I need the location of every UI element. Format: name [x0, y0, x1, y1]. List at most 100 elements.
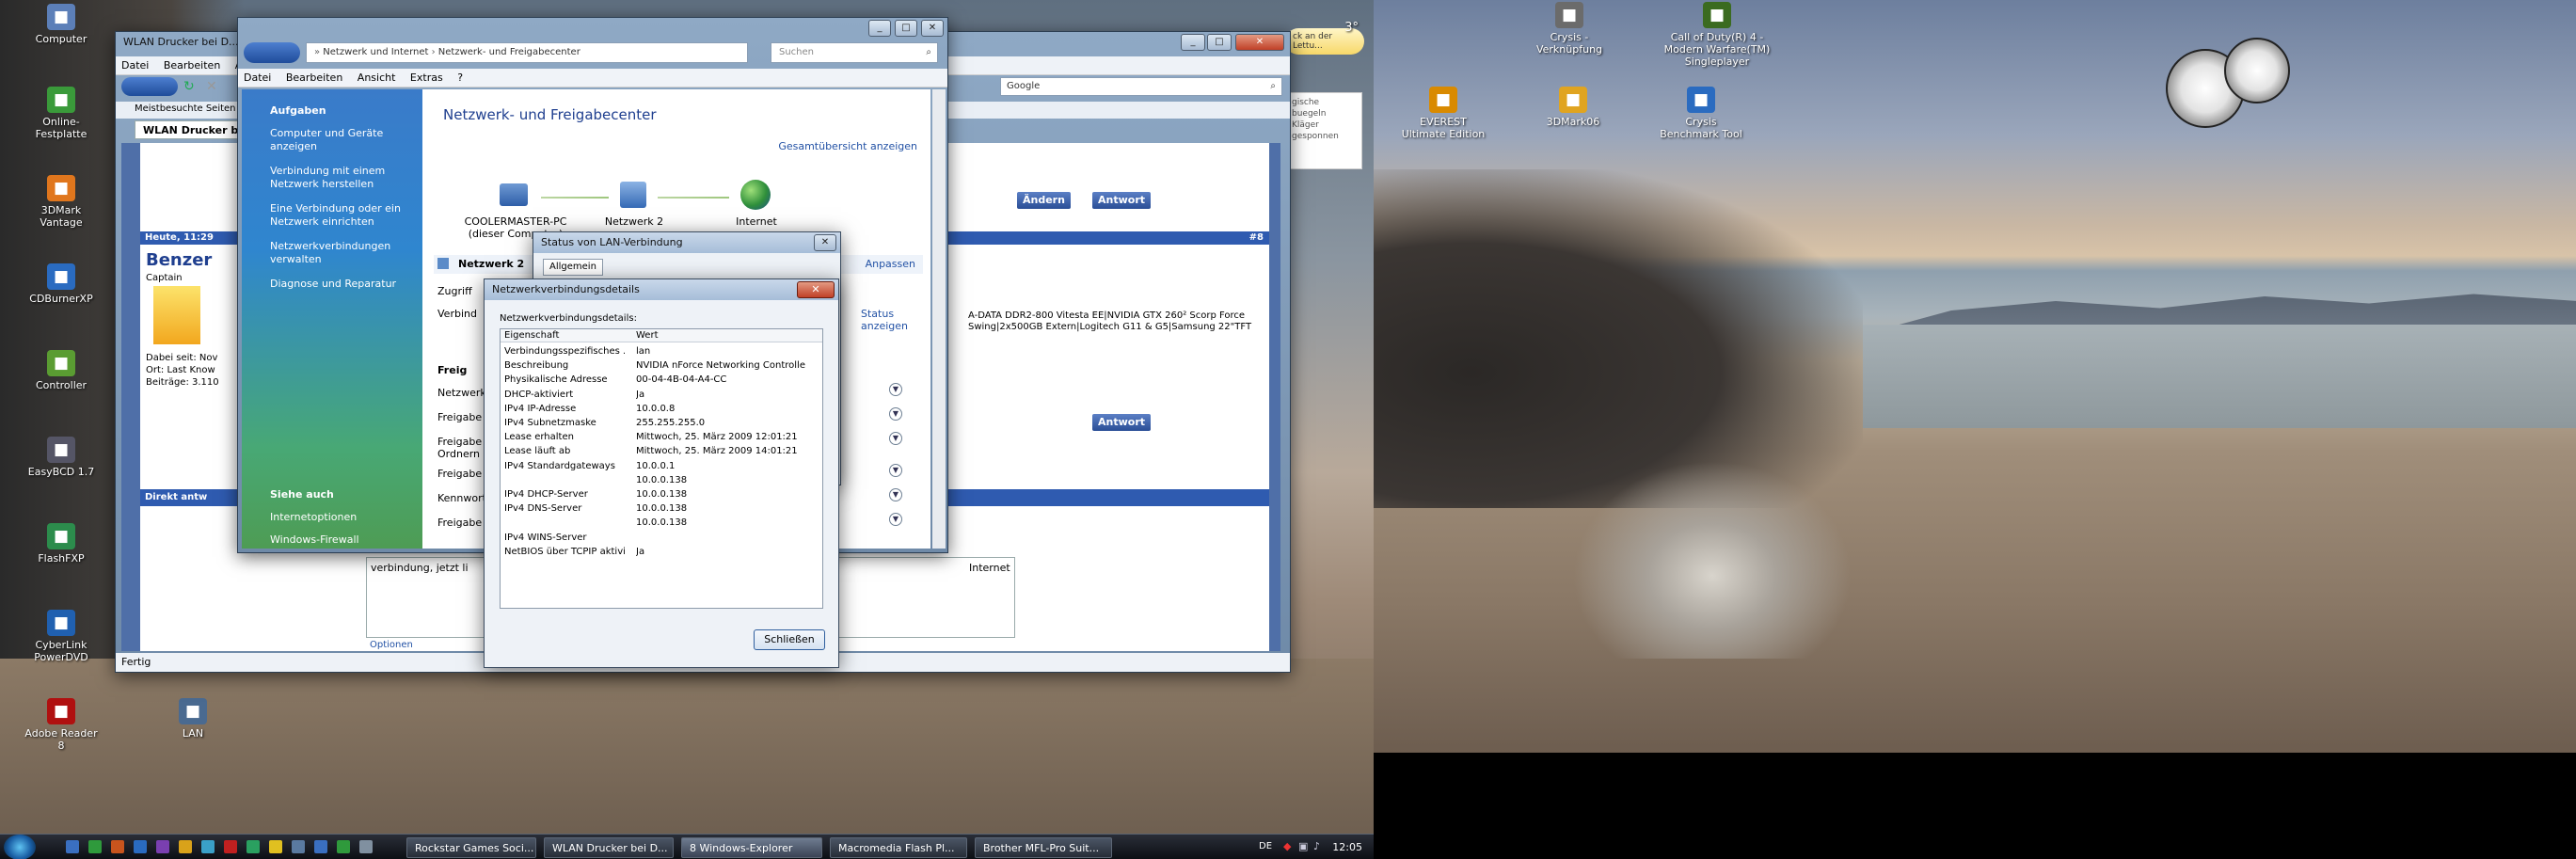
desktop-icon[interactable]: ■ Call of Duty(R) 4 - Modern Warfare(TM) …	[1656, 2, 1778, 68]
table-row[interactable]: IPv4 Subnetzmaske 255.255.255.0	[504, 418, 820, 431]
desktop-icon[interactable]: ■ 3DMark Vantage	[21, 175, 102, 229]
quicklaunch-icon[interactable]	[359, 840, 373, 853]
table-row[interactable]: IPv4 WINS-Server	[504, 533, 820, 546]
desktop-icon[interactable]: ■ CyberLink PowerDVD	[21, 610, 102, 663]
post-number[interactable]: #8	[1249, 232, 1264, 243]
desktop-icon[interactable]: ■ Crysis Benchmark Tool	[1656, 87, 1746, 140]
expand-chevron-icon[interactable]: ▼	[889, 432, 902, 445]
table-row[interactable]: 10.0.0.138	[504, 517, 820, 531]
menu-extras[interactable]: Extras	[405, 69, 449, 87]
tray-network-icon[interactable]: ▣	[1298, 840, 1308, 852]
table-row[interactable]: Lease erhalten Mittwoch, 25. März 2009 12…	[504, 432, 820, 445]
options-link[interactable]: Optionen	[370, 640, 413, 650]
quicklaunch-icon[interactable]	[314, 840, 327, 853]
menu-help[interactable]: ?	[452, 69, 469, 87]
explorer-close-button[interactable]: ✕	[921, 20, 944, 37]
table-row[interactable]: Lease läuft ab Mittwoch, 25. März 2009 14…	[504, 446, 820, 459]
maximize-button[interactable]: □	[1207, 34, 1232, 51]
search-icon[interactable]: ⌕	[1270, 81, 1276, 91]
full-map-link[interactable]: Gesamtübersicht anzeigen	[778, 140, 917, 152]
desktop-icon[interactable]: ■ EVEREST Ultimate Edition	[1398, 87, 1488, 140]
back-forward-buttons[interactable]	[121, 77, 178, 96]
explorer-scrollbar[interactable]	[932, 89, 946, 549]
table-row[interactable]: 10.0.0.138	[504, 475, 820, 488]
desktop-icon[interactable]: ■ EasyBCD 1.7	[21, 437, 102, 478]
explorer-back-forward[interactable]	[244, 42, 300, 63]
explorer-maximize-button[interactable]: □	[895, 20, 917, 37]
quicklaunch-icon[interactable]	[269, 840, 282, 853]
table-row[interactable]: Beschreibung NVIDIA nForce Networking Con…	[504, 360, 820, 374]
table-row[interactable]: IPv4 IP-Adresse 10.0.0.8	[504, 404, 820, 417]
quicklaunch-icon[interactable]	[66, 840, 79, 853]
table-row[interactable]: IPv4 DNS-Server 10.0.0.138	[504, 503, 820, 517]
table-row[interactable]: IPv4 DHCP-Server 10.0.0.138	[504, 489, 820, 502]
expand-chevron-icon[interactable]: ▼	[889, 407, 902, 421]
task-diagnose[interactable]: Diagnose und Reparatur	[270, 278, 421, 291]
edit-button[interactable]: Ändern	[1017, 192, 1071, 209]
desktop-icon[interactable]: ■ Controller	[21, 350, 102, 391]
quicklaunch-icon[interactable]	[224, 840, 237, 853]
quicklaunch-icon[interactable]	[179, 840, 192, 853]
quicklaunch-icon[interactable]	[292, 840, 305, 853]
tray-alert-icon[interactable]: ◆	[1283, 840, 1291, 852]
close-button[interactable]: ✕	[1235, 34, 1284, 51]
task-manage-connections[interactable]: Netzwerkverbindungen verwalten	[270, 240, 421, 266]
details-dialog[interactable]: Netzwerkverbindungsdetails ✕ Netzwerkver…	[484, 278, 839, 668]
task-flash[interactable]: Macromedia Flash Pl...	[830, 837, 967, 858]
desktop-icon[interactable]: ■ FlashFXP	[21, 523, 102, 565]
table-row[interactable]: DHCP-aktiviert Ja	[504, 390, 820, 403]
reply-button-2[interactable]: Antwort	[1092, 414, 1152, 431]
details-dialog-close-button[interactable]: ✕	[797, 281, 835, 298]
col-value[interactable]: Wert	[636, 330, 659, 341]
network-icon[interactable]	[620, 182, 646, 208]
task-explorer[interactable]: 8 Windows-Explorer	[681, 837, 822, 858]
internet-globe-icon[interactable]	[740, 180, 771, 210]
clock[interactable]: 12:05	[1332, 841, 1362, 853]
menu-bearbeiten[interactable]: Bearbeiten	[280, 69, 348, 87]
favorites-link[interactable]: Meistbesuchte Seiten	[135, 103, 236, 114]
task-rockstar[interactable]: Rockstar Games Soci...	[406, 837, 536, 858]
refresh-icon[interactable]: ↻	[183, 79, 195, 94]
minimize-button[interactable]: _	[1181, 34, 1205, 51]
quicklaunch-icon[interactable]	[201, 840, 215, 853]
tray-volume-icon[interactable]: ♪	[1313, 840, 1320, 852]
desktop-icon[interactable]: ■ Computer	[21, 4, 102, 45]
table-row[interactable]: Verbindungsspezifisches ... lan	[504, 346, 820, 359]
menu-file[interactable]: Datei	[116, 56, 154, 74]
notes-gadget[interactable]: gische buegeln Kläger gesponnen	[1285, 92, 1362, 169]
quicklaunch-icon[interactable]	[337, 840, 350, 853]
status-link[interactable]: Status anzeigen	[861, 308, 917, 332]
menu-ansicht[interactable]: Ansicht	[352, 69, 402, 87]
menu-datei[interactable]: Datei	[238, 69, 277, 87]
table-row[interactable]: IPv4 Standardgateways 10.0.0.1	[504, 461, 820, 474]
start-button[interactable]	[4, 835, 36, 859]
task-show-devices[interactable]: Computer und Geräte anzeigen	[270, 127, 421, 153]
explorer-address-bar[interactable]: » Netzwerk und Internet › Netzwerk- und …	[306, 42, 748, 63]
weather-gadget[interactable]: ck an der Lettu... 3°	[1285, 21, 1364, 55]
desktop-icon[interactable]: ■ Online-Festplatte	[21, 87, 102, 140]
lang-indicator[interactable]: DE	[1259, 841, 1272, 851]
desktop-icon[interactable]: ■ 3DMark06	[1528, 87, 1618, 128]
menu-edit[interactable]: Bearbeiten	[158, 56, 226, 74]
breadcrumb-sharing[interactable]: Netzwerk- und Freigabecenter	[438, 47, 580, 57]
desktop-icon[interactable]: ■ Crysis - Verknüpfung	[1524, 2, 1614, 56]
search-icon[interactable]: ⌕	[926, 47, 931, 57]
ram-meter-gadget[interactable]	[2224, 38, 2290, 103]
table-row[interactable]: NetBIOS über TCPIP aktivi... Ja	[504, 547, 820, 560]
task-ie[interactable]: WLAN Drucker bei D...	[544, 837, 674, 858]
quicklaunch-icon[interactable]	[88, 840, 102, 853]
post-username[interactable]: Benzer	[146, 250, 212, 270]
desktop-icon[interactable]: ■ Adobe Reader 8	[21, 698, 102, 752]
status-dialog-close-button[interactable]: ✕	[814, 234, 836, 251]
quicklaunch-icon[interactable]	[134, 840, 147, 853]
close-details-button[interactable]: Schließen	[754, 629, 825, 650]
expand-chevron-icon[interactable]: ▼	[889, 383, 902, 396]
stop-icon[interactable]: ✕	[206, 79, 217, 94]
expand-chevron-icon[interactable]: ▼	[889, 464, 902, 477]
computer-icon[interactable]	[500, 183, 528, 206]
ie-search-box[interactable]: Google ⌕	[1000, 77, 1282, 96]
quicklaunch-icon[interactable]	[246, 840, 260, 853]
quicklaunch-icon[interactable]	[156, 840, 169, 853]
link-firewall[interactable]: Windows-Firewall	[270, 533, 421, 547]
desktop-icon[interactable]: ■ LAN	[152, 698, 233, 740]
